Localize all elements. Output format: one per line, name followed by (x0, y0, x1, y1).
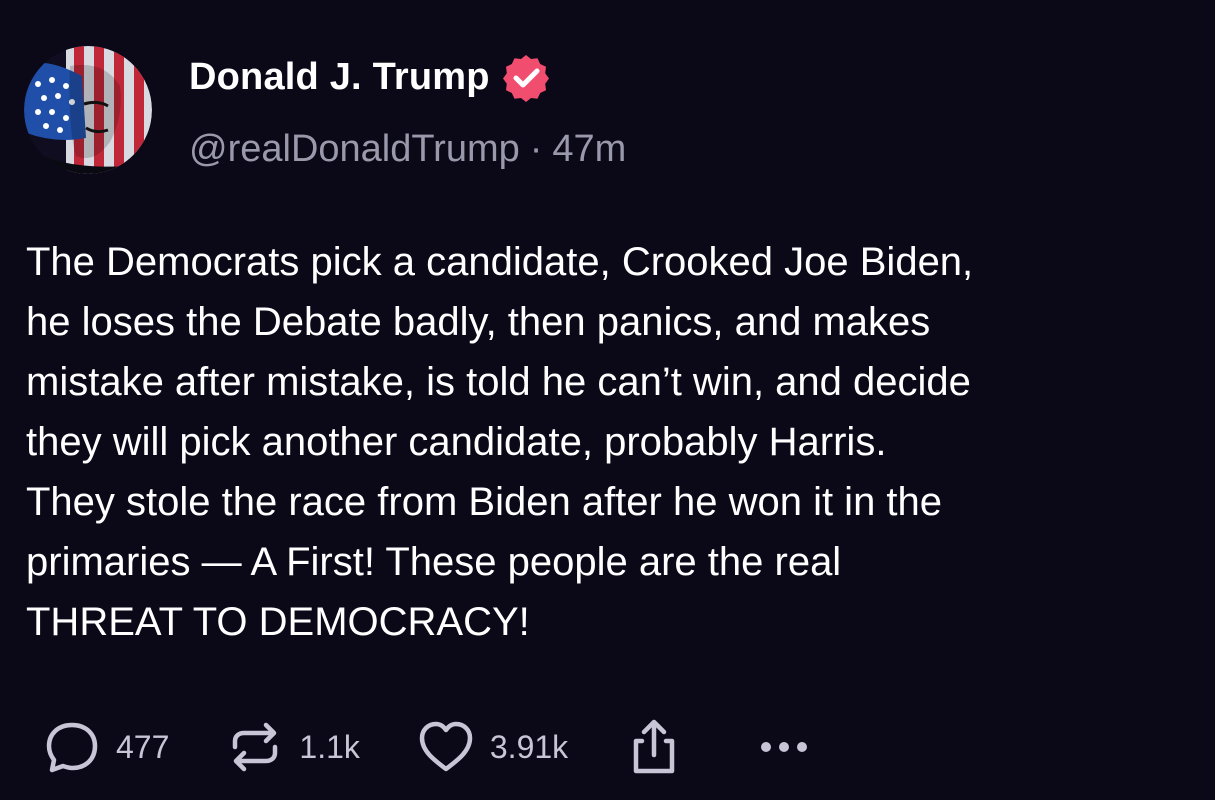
more-options-button[interactable] (754, 717, 814, 777)
repost-count: 1.1k (299, 728, 360, 765)
post-actions-bar: 477 1.1k 3.91k (42, 710, 870, 784)
share-upload-icon (624, 717, 684, 777)
author-avatar[interactable] (24, 46, 152, 174)
post-timestamp[interactable]: 47m (552, 128, 626, 171)
repost-button[interactable]: 1.1k (225, 717, 360, 777)
heart-icon (416, 717, 476, 777)
post-card: Donald J. Trump @realDonaldTrump · 47m T… (0, 0, 1215, 800)
share-button[interactable] (624, 717, 684, 777)
avatar-flag-portrait-icon (24, 46, 152, 174)
verified-badge-icon (500, 51, 552, 103)
repost-icon (225, 717, 285, 777)
author-meta-row: @realDonaldTrump · 47m (189, 124, 626, 174)
meta-separator: · (529, 127, 543, 170)
author-handle[interactable]: @realDonaldTrump (189, 128, 520, 171)
like-button[interactable]: 3.91k (416, 717, 568, 777)
reply-bubble-icon (42, 717, 102, 777)
author-display-name[interactable]: Donald J. Trump (189, 56, 490, 99)
more-dots-icon (754, 717, 814, 777)
reply-count: 477 (116, 728, 170, 765)
like-count: 3.91k (489, 728, 569, 765)
reply-button[interactable]: 477 (42, 717, 169, 777)
post-body-text: The Democrats pick a candidate, Crooked … (26, 240, 974, 644)
author-name-row: Donald J. Trump (189, 52, 552, 102)
